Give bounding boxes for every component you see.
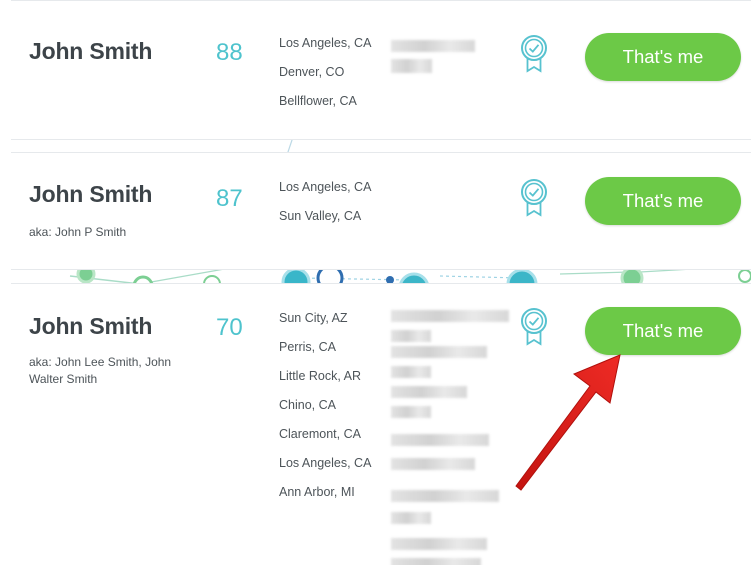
match-score: 88 [216, 39, 243, 66]
city-list: Sun City, AZ Perris, CA Little Rock, AR … [279, 310, 371, 513]
person-name: John Smith [29, 313, 153, 339]
city-item: Claremont, CA [279, 427, 361, 441]
thats-me-button[interactable]: That's me [585, 33, 741, 81]
result-card: John Smith aka: John P Smith 87 Los Ange… [11, 152, 751, 270]
redacted-block [391, 406, 431, 418]
city-item: Denver, CO [279, 65, 345, 79]
thats-me-button[interactable]: That's me [585, 177, 741, 225]
city-list: Los Angeles, CA Sun Valley, CA [279, 179, 371, 237]
city-item: Los Angeles, CA [279, 456, 372, 470]
city-item: Perris, CA [279, 340, 336, 354]
redacted-block [391, 512, 431, 524]
city-item: Los Angeles, CA [279, 180, 372, 194]
redacted-block [391, 346, 487, 358]
city-item: Chino, CA [279, 398, 336, 412]
match-score: 87 [216, 185, 243, 212]
city-list: Los Angeles, CA Denver, CO Bellflower, C… [279, 35, 371, 122]
person-name: John Smith [29, 181, 153, 207]
thats-me-button[interactable]: That's me [585, 307, 741, 355]
person-name: John Smith [29, 38, 153, 64]
verified-badge-icon [521, 179, 547, 217]
redacted-block [391, 330, 431, 342]
redacted-block [391, 40, 475, 52]
match-score: 70 [216, 314, 243, 341]
city-item: Los Angeles, CA [279, 36, 372, 50]
result-card: John Smith 88 Los Angeles, CA Denver, CO… [11, 0, 751, 140]
city-item: Sun City, AZ [279, 311, 348, 325]
redacted-block [391, 458, 475, 470]
city-item: Ann Arbor, MI [279, 485, 355, 499]
redacted-block [391, 434, 489, 446]
redacted-block [391, 310, 509, 322]
redacted-block [391, 538, 487, 550]
city-item: Bellflower, CA [279, 94, 357, 108]
search-results-page: John Smith 88 Los Angeles, CA Denver, CO… [0, 0, 751, 565]
aka-names: aka: John Lee Smith, John Walter Smith [29, 355, 172, 386]
redacted-block [391, 366, 431, 378]
redacted-block [391, 59, 432, 73]
verified-badge-icon [521, 308, 547, 346]
redacted-block [391, 558, 481, 565]
redacted-block [391, 490, 499, 502]
result-card: John Smith aka: John Lee Smith, John Wal… [11, 283, 751, 565]
city-item: Sun Valley, CA [279, 209, 362, 223]
city-item: Little Rock, AR [279, 369, 361, 383]
verified-badge-icon [521, 35, 547, 73]
aka-names: aka: John P Smith [29, 225, 127, 239]
redacted-block [391, 386, 467, 398]
